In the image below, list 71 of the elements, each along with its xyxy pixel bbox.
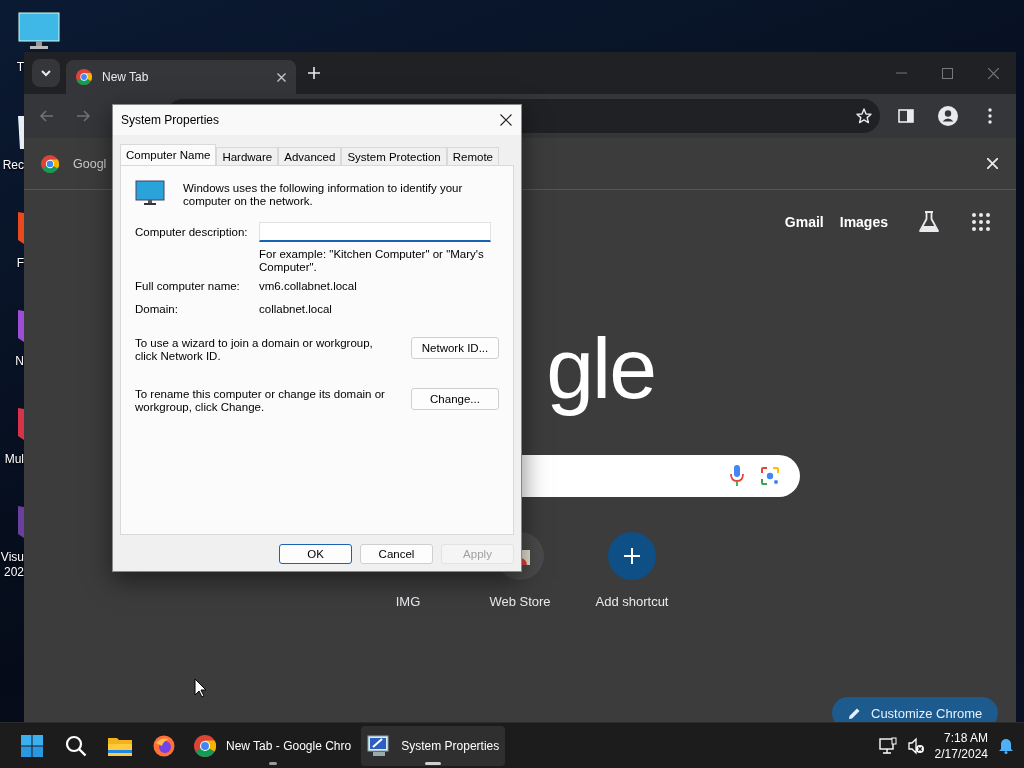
- menu-icon[interactable]: [988, 108, 992, 124]
- dialog-tab[interactable]: Computer Name: [120, 144, 217, 165]
- dialog-tab[interactable]: Remote: [446, 147, 499, 165]
- instruction-text: To use a wizard to join a domain or workgroup, click Network ID.: [135, 337, 374, 363]
- browser-logo-icon: [41, 154, 59, 173]
- desktop-icon-label: Mul: [3, 452, 24, 467]
- maximize-icon[interactable]: [941, 67, 953, 79]
- desktop-icon-label: T: [15, 60, 24, 75]
- window-title: System Properties: [121, 113, 221, 127]
- tab-favicon-icon: [76, 69, 92, 85]
- desktop-icon-label: F: [15, 256, 24, 271]
- pencil-icon: [848, 706, 861, 720]
- field-value: vm6.collabnet.local: [259, 280, 357, 292]
- dialog-button[interactable]: Cancel: [360, 544, 433, 564]
- action-button[interactable]: Change...: [411, 388, 499, 410]
- infobar-text: Googl: [73, 156, 107, 171]
- microphone-icon[interactable]: [730, 465, 744, 487]
- clock-date[interactable]: 2/17/2024: [934, 745, 988, 762]
- dialog-button[interactable]: OK: [279, 544, 352, 564]
- hint-text: For example: "Kitchen Computer" or "Mary's Computer".: [259, 248, 485, 274]
- camera-search-icon[interactable]: [760, 466, 780, 486]
- intro-text: Windows uses the following information to identify your computer on the network.: [183, 181, 464, 208]
- star-icon[interactable]: [856, 108, 872, 124]
- chevron-down-icon: [41, 69, 51, 77]
- muted-speaker-icon[interactable]: [906, 736, 925, 755]
- plus-icon: [624, 548, 640, 564]
- tab-search-button[interactable]: [32, 59, 60, 87]
- apps-grid-icon[interactable]: [972, 213, 990, 231]
- action-button[interactable]: Network ID...: [411, 337, 499, 359]
- desktop-icon-label: Visu 202: [0, 550, 24, 580]
- shortcut-label[interactable]: Add shortcut: [595, 594, 669, 610]
- computer-settings-icon: [367, 734, 392, 757]
- new-tab-icon[interactable]: [308, 67, 320, 79]
- add-shortcut-button[interactable]: [608, 532, 656, 580]
- shortcut-label[interactable]: IMG: [395, 594, 421, 610]
- dialog-tab[interactable]: System Protection: [341, 147, 447, 165]
- close-icon[interactable]: [500, 114, 512, 126]
- network-icon[interactable]: [878, 736, 897, 755]
- instruction-text: To rename this computer or change its domain or workgroup, click Change.: [135, 388, 385, 414]
- header-link[interactable]: Gmail: [784, 214, 824, 230]
- browser-tab[interactable]: New Tab: [66, 60, 296, 94]
- desktop-icon-label: N: [14, 354, 24, 369]
- taskbar-label: System Properties: [401, 738, 500, 753]
- taskbar-label: New Tab - Google Chro: [226, 738, 352, 753]
- customize-button[interactable]: Customize Chrome: [832, 697, 999, 722]
- taskbar-button[interactable]: System Properties: [361, 725, 506, 766]
- folder-icon: [108, 735, 132, 756]
- mouse-cursor-icon: [194, 678, 207, 698]
- profile-icon[interactable]: [938, 106, 958, 126]
- monitor-icon: [135, 180, 165, 206]
- field-value: collabnet.local: [259, 303, 332, 315]
- field-label: Computer description:: [135, 226, 249, 238]
- clock-time[interactable]: 7:18 AM: [943, 729, 988, 746]
- description-field[interactable]: [259, 222, 491, 242]
- shortcut-label[interactable]: Web Store: [489, 594, 551, 610]
- search-icon: [65, 734, 87, 757]
- side-panel-icon[interactable]: [898, 109, 914, 123]
- desktop-icon-label: Rec: [1, 158, 24, 173]
- fox-logo-icon: [153, 734, 175, 757]
- field-label: Domain:: [135, 303, 179, 315]
- taskbar-button[interactable]: New Tab - Google Chro: [188, 725, 358, 766]
- dialog-tab[interactable]: Hardware: [216, 147, 279, 165]
- browser-logo-icon: [194, 734, 216, 757]
- notification-bell-icon[interactable]: [998, 737, 1014, 754]
- monitor-icon[interactable]: [18, 12, 60, 50]
- start-icon: [21, 734, 43, 757]
- search-logo: gle: [546, 319, 655, 418]
- header-link[interactable]: Images: [839, 214, 888, 230]
- dialog-tab[interactable]: Advanced: [278, 147, 342, 165]
- flask-icon[interactable]: [918, 211, 940, 233]
- field-label: Full computer name:: [135, 280, 241, 292]
